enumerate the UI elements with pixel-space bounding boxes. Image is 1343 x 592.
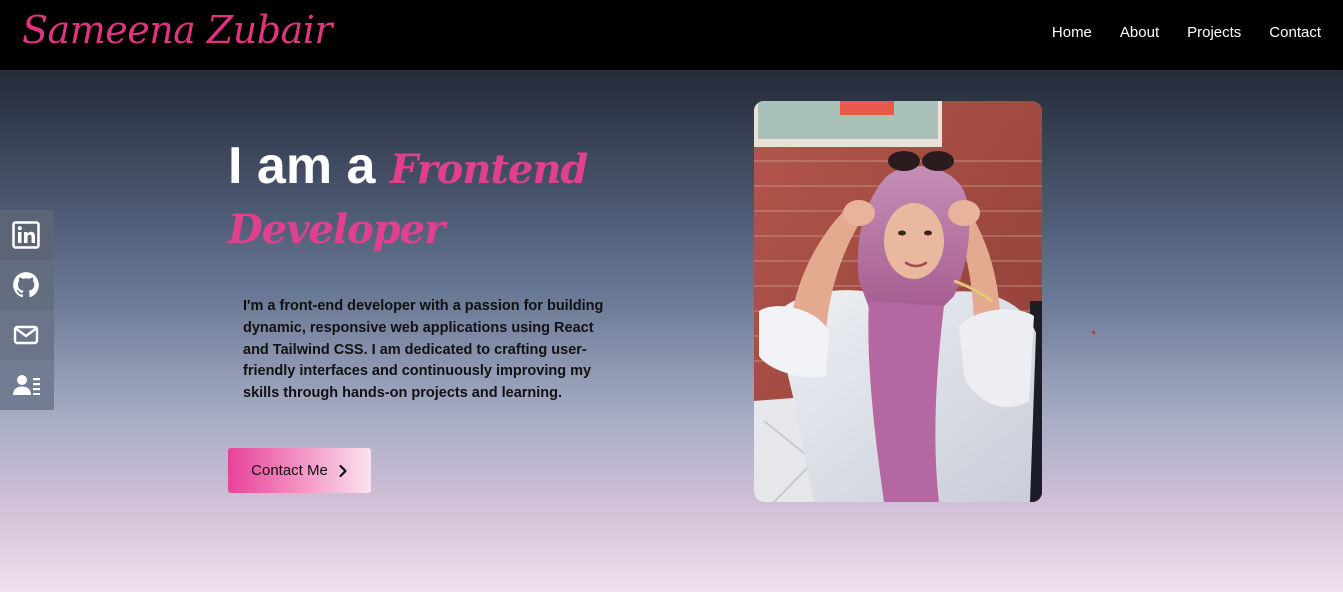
- mail-icon: [13, 325, 39, 345]
- contact-me-label: Contact Me: [251, 462, 328, 479]
- hero-static-text: I am a: [228, 137, 390, 195]
- contact-me-button[interactable]: Contact Me: [228, 448, 371, 493]
- linkedin-link[interactable]: [0, 210, 54, 260]
- resume-icon: [13, 375, 40, 395]
- site-logo[interactable]: Sameena Zubair: [22, 2, 333, 58]
- navbar: Sameena Zubair Home About Projects Conta…: [0, 0, 1343, 70]
- chevron-right-icon: [339, 464, 347, 477]
- nav-link-home[interactable]: Home: [1052, 24, 1092, 41]
- email-link[interactable]: [0, 310, 54, 360]
- profile-photo: [754, 101, 1042, 502]
- nav-link-contact[interactable]: Contact: [1269, 24, 1321, 41]
- github-link[interactable]: [0, 260, 54, 310]
- nav-menu: Home About Projects Contact: [1052, 24, 1321, 41]
- github-icon: [13, 272, 39, 298]
- nav-link-projects[interactable]: Projects: [1187, 24, 1241, 41]
- hero-description: I'm a front-end developer with a passion…: [243, 298, 604, 402]
- nav-link-about[interactable]: About: [1120, 24, 1159, 41]
- hero-heading: I am a Frontend Developer: [228, 134, 648, 260]
- social-sidebar: [0, 210, 54, 412]
- decorative-dot: [1092, 331, 1095, 334]
- resume-link[interactable]: [0, 360, 54, 410]
- linkedin-icon: [12, 221, 40, 249]
